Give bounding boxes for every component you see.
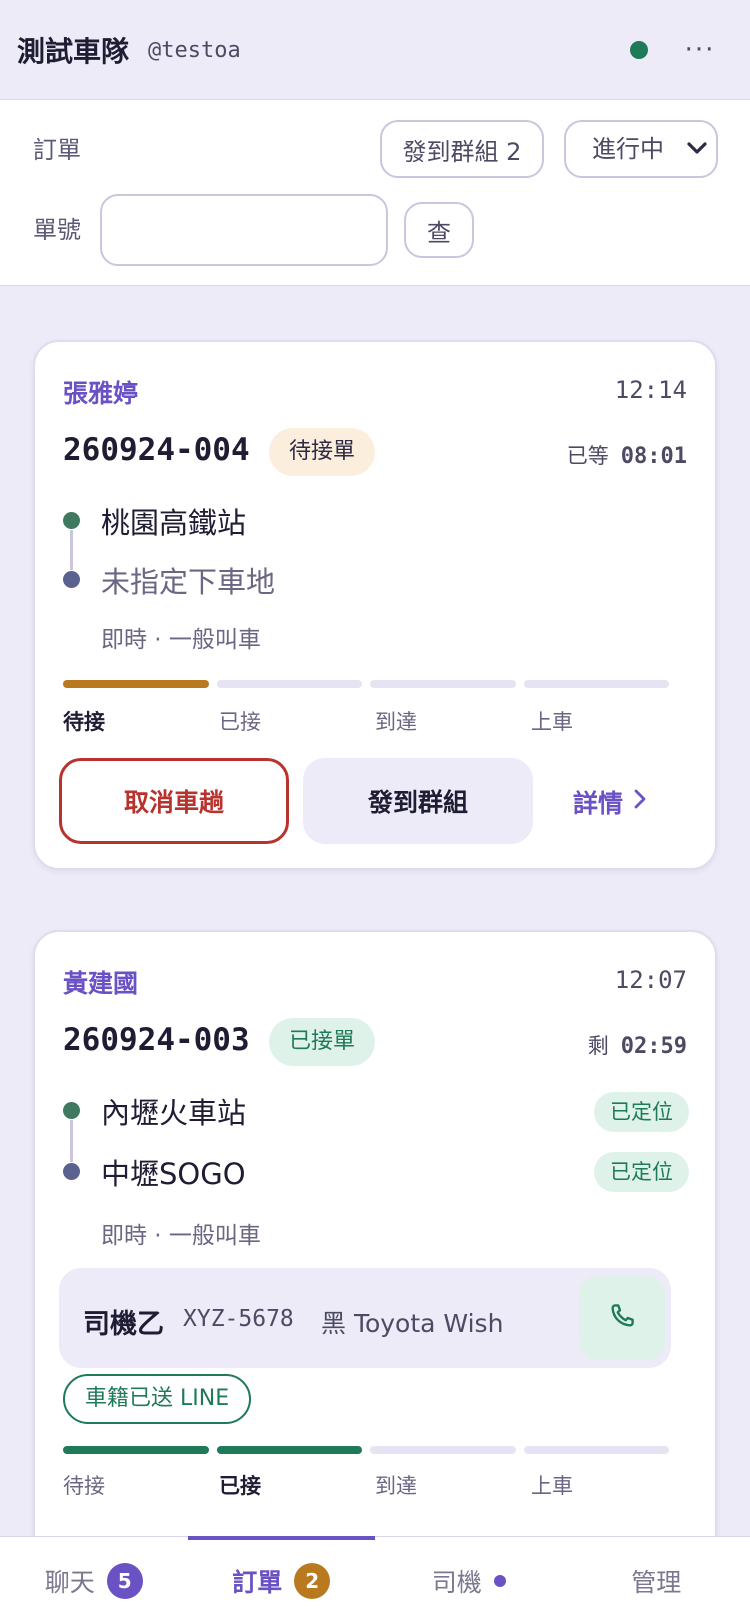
details-label: 詳情 bbox=[573, 789, 624, 818]
status-filter-select[interactable]: 進行中 bbox=[564, 120, 718, 178]
search-button[interactable]: 查 bbox=[404, 202, 474, 258]
dropoff-location: 未指定下車地 bbox=[101, 565, 276, 599]
order-number-label: 單號 bbox=[33, 216, 81, 244]
timer-value: 02:59 bbox=[620, 1034, 687, 1059]
team-handle: @testoa bbox=[148, 38, 241, 63]
timer-label: 剩 bbox=[587, 1034, 609, 1058]
order-toolbar: 訂單 發到群組 2 進行中 單號 查 bbox=[0, 100, 750, 286]
timer-value: 08:01 bbox=[620, 444, 687, 469]
pickup-located-badge: 已定位 bbox=[594, 1092, 689, 1132]
step-label-pending: 待接 bbox=[63, 1474, 105, 1498]
more-options-button[interactable]: ··· bbox=[680, 30, 720, 70]
progress-bar bbox=[63, 680, 669, 688]
customer-name: 黃建國 bbox=[63, 969, 139, 998]
dropoff-location: 中壢SOGO bbox=[101, 1157, 246, 1191]
unread-badge: 5 bbox=[106, 1562, 143, 1599]
tab-chat[interactable]: 聊天 5 bbox=[0, 1537, 188, 1624]
order-card: 張雅婷 12:14 260924-004 待接單 已等 08:01 桃園高鐵站 未… bbox=[33, 340, 717, 870]
progress-segment bbox=[216, 680, 362, 688]
team-name: 測試車隊 bbox=[17, 35, 130, 68]
dropoff-located-badge: 已定位 bbox=[594, 1152, 689, 1192]
bottom-nav: 聊天 5 訂單 2 司機 管理 bbox=[0, 1536, 750, 1624]
order-time: 12:07 bbox=[614, 966, 687, 994]
tab-manage[interactable]: 管理 bbox=[563, 1537, 750, 1624]
orders-label: 訂單 bbox=[33, 136, 81, 164]
details-link[interactable]: 詳情 bbox=[573, 784, 647, 820]
pickup-dot-icon bbox=[63, 1102, 80, 1119]
step-label-accepted: 已接 bbox=[219, 710, 261, 734]
order-time: 12:14 bbox=[614, 376, 687, 404]
progress-segment bbox=[370, 680, 516, 688]
line-sent-badge: 車籍已送 LINE bbox=[63, 1374, 252, 1424]
tab-label: 訂單 bbox=[232, 1567, 283, 1597]
tab-label: 管理 bbox=[631, 1567, 682, 1597]
dropoff-dot-icon bbox=[63, 571, 80, 588]
tab-drivers[interactable]: 司機 bbox=[375, 1537, 563, 1624]
ride-type: 即時 · 一般叫車 bbox=[101, 627, 261, 653]
app-header: 測試車隊 @testoa ··· bbox=[0, 0, 750, 100]
notification-dot bbox=[493, 1574, 506, 1587]
cancel-ride-button[interactable]: 取消車趟 bbox=[59, 758, 289, 844]
route-line bbox=[70, 530, 73, 570]
step-label-accepted: 已接 bbox=[219, 1474, 261, 1498]
dropoff-dot-icon bbox=[63, 1163, 80, 1180]
chevron-down-icon bbox=[686, 122, 708, 197]
step-label-boarded: 上車 bbox=[531, 1474, 573, 1498]
status-filter-value: 進行中 bbox=[592, 135, 664, 163]
progress-segment bbox=[216, 1446, 362, 1454]
progress-segment bbox=[370, 1446, 516, 1454]
order-number: 260924-003 bbox=[63, 1022, 250, 1058]
tab-label: 聊天 bbox=[44, 1567, 95, 1597]
step-label-arrived: 到達 bbox=[375, 710, 417, 734]
status-badge: 待接單 bbox=[269, 428, 376, 476]
step-label-pending: 待接 bbox=[63, 710, 105, 734]
order-count-badge: 2 bbox=[294, 1562, 331, 1599]
timer-label: 已等 bbox=[566, 444, 609, 468]
route-line bbox=[70, 1120, 73, 1162]
progress-segment bbox=[523, 680, 669, 688]
driver-car: 黑 Toyota Wish bbox=[321, 1309, 504, 1338]
pickup-location: 內壢火車站 bbox=[101, 1096, 247, 1130]
progress-segment bbox=[63, 1446, 209, 1454]
customer-name: 張雅婷 bbox=[63, 379, 139, 408]
step-label-arrived: 到達 bbox=[375, 1474, 417, 1498]
wait-timer: 已等 08:01 bbox=[567, 440, 687, 470]
pickup-dot-icon bbox=[63, 512, 80, 529]
online-status-dot bbox=[630, 41, 648, 59]
call-driver-button[interactable] bbox=[579, 1276, 665, 1360]
remaining-timer: 剩 02:59 bbox=[588, 1030, 687, 1060]
progress-bar bbox=[63, 1446, 669, 1454]
tab-orders[interactable]: 訂單 2 bbox=[187, 1536, 376, 1624]
phone-icon bbox=[607, 1301, 637, 1335]
tab-label: 司機 bbox=[431, 1567, 482, 1597]
send-to-group-card-button[interactable]: 發到群組 bbox=[303, 758, 533, 844]
driver-info: 司機乙 XYZ-5678 黑 Toyota Wish bbox=[59, 1268, 671, 1368]
ride-type: 即時 · 一般叫車 bbox=[101, 1223, 261, 1249]
send-to-group-button[interactable]: 發到群組 2 bbox=[380, 120, 544, 178]
status-badge: 已接單 bbox=[269, 1018, 376, 1066]
driver-name: 司機乙 bbox=[83, 1309, 164, 1340]
step-label-boarded: 上車 bbox=[531, 710, 573, 734]
progress-segment bbox=[523, 1446, 669, 1454]
progress-segment bbox=[63, 680, 209, 688]
order-number: 260924-004 bbox=[63, 432, 250, 468]
chevron-right-icon bbox=[633, 787, 647, 817]
pickup-location: 桃園高鐵站 bbox=[101, 506, 247, 540]
order-number-input[interactable] bbox=[100, 194, 388, 266]
driver-plate: XYZ-5678 bbox=[183, 1306, 294, 1332]
order-card: 黃建國 12:07 260924-003 已接單 剩 02:59 內壢火車站 已定… bbox=[33, 930, 717, 1570]
